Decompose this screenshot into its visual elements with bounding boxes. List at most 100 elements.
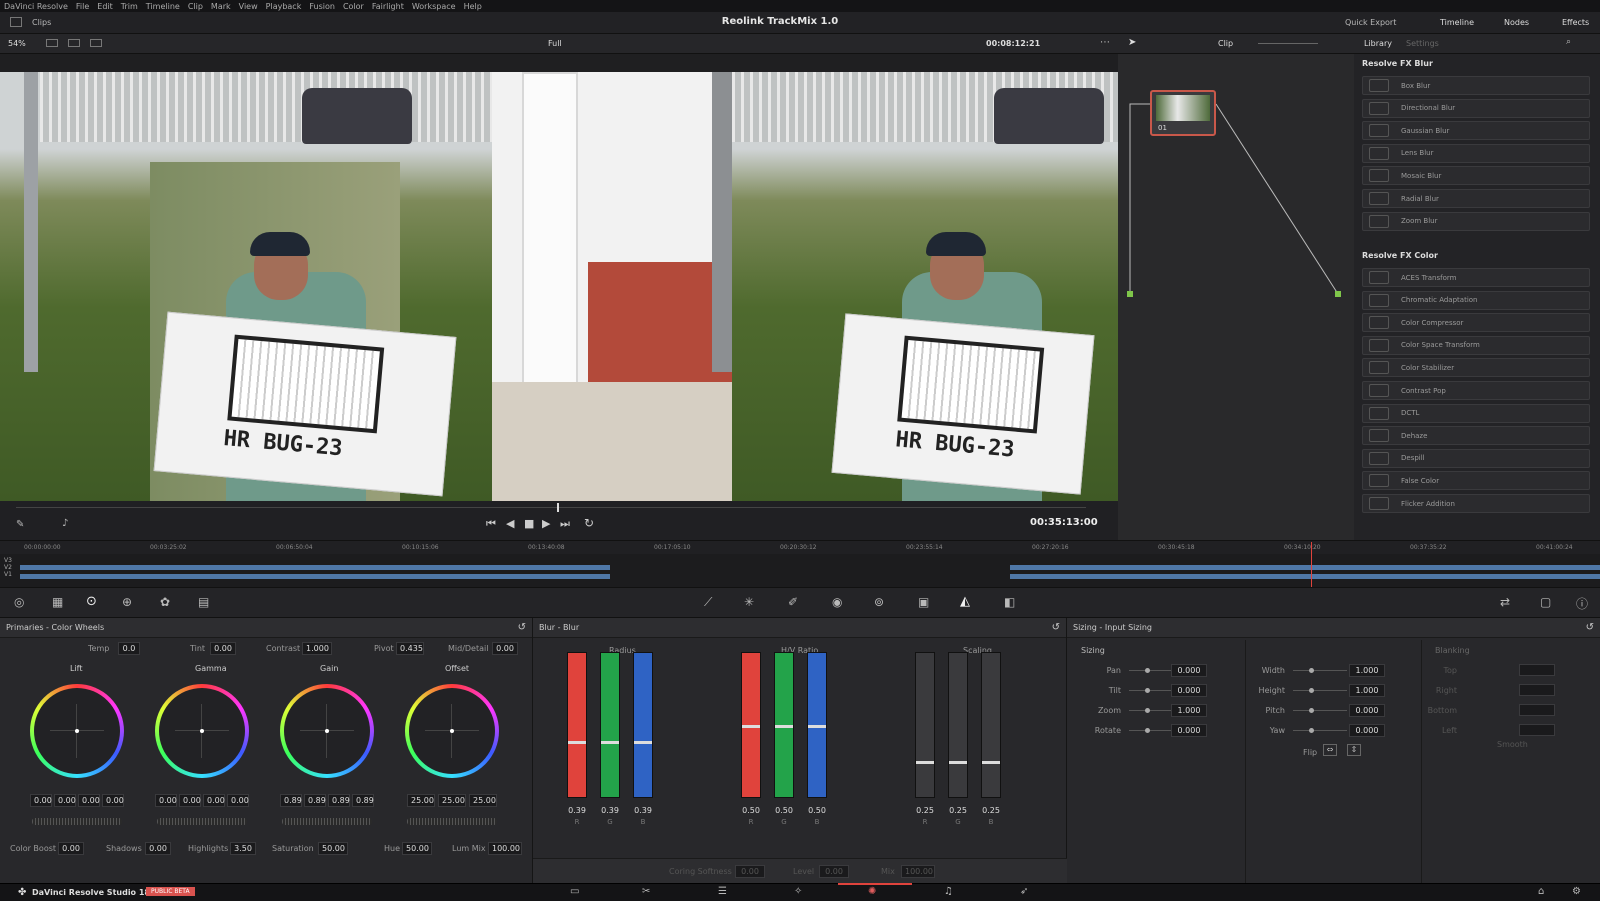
- library-item[interactable]: Color Space Transform: [1362, 335, 1590, 355]
- scaling-value[interactable]: 0.25: [913, 806, 937, 815]
- sizing-reset-icon[interactable]: ↺: [1586, 622, 1594, 633]
- edit-page-icon[interactable]: ☰: [718, 886, 727, 897]
- wheel-value-field[interactable]: 0.00: [155, 794, 177, 807]
- node-zoom-slider[interactable]: [1258, 43, 1318, 44]
- hv-value[interactable]: 0.50: [805, 806, 829, 815]
- library-item[interactable]: False Color: [1362, 471, 1590, 491]
- sizing-slider-knob[interactable]: [1309, 728, 1314, 733]
- sizing-slider-knob[interactable]: [1309, 708, 1314, 713]
- curves-icon[interactable]: ⟋: [704, 595, 712, 610]
- scrubber-playhead[interactable]: [557, 503, 559, 512]
- mini-timeline[interactable]: V3 V2 V1: [0, 542, 1600, 587]
- coring-field[interactable]: 0.00: [735, 865, 765, 878]
- tab-library[interactable]: Library: [1364, 39, 1392, 48]
- play-icon[interactable]: ▶: [542, 517, 550, 530]
- effects-button[interactable]: Effects: [1562, 18, 1589, 27]
- deliver-page-icon[interactable]: ➶: [1020, 886, 1028, 897]
- hv-value[interactable]: 0.50: [739, 806, 763, 815]
- sizing-slider[interactable]: [1293, 710, 1347, 711]
- sizing-slider-knob[interactable]: [1145, 728, 1150, 733]
- hdr-icon[interactable]: ⊕: [122, 595, 132, 609]
- sizing-slider[interactable]: [1293, 690, 1347, 691]
- radius-bar[interactable]: [567, 652, 587, 798]
- play-reverse-icon[interactable]: ◀: [506, 517, 514, 530]
- mix-field[interactable]: 100.00: [901, 865, 935, 878]
- library-item[interactable]: ACES Transform: [1362, 268, 1590, 287]
- scaling-value[interactable]: 0.25: [946, 806, 970, 815]
- tab-settings[interactable]: Settings: [1406, 39, 1439, 48]
- compare-view-icon[interactable]: [90, 39, 102, 47]
- menu-item[interactable]: Trim: [121, 2, 138, 11]
- wheel-jog-slider[interactable]: [282, 818, 372, 825]
- shadows-field[interactable]: 0.00: [145, 842, 171, 855]
- blanking-field[interactable]: [1519, 724, 1555, 736]
- speaker-icon[interactable]: ♪: [62, 518, 68, 529]
- radius-value[interactable]: 0.39: [598, 806, 622, 815]
- radius-bar[interactable]: [633, 652, 653, 798]
- temp-field[interactable]: 0.0: [118, 642, 140, 655]
- middetail-field[interactable]: 0.00: [492, 642, 518, 655]
- node-editor[interactable]: 01: [1118, 54, 1354, 540]
- radius-bar-handle[interactable]: [601, 740, 619, 744]
- color-page-icon[interactable]: ✺: [868, 886, 876, 897]
- settings-gear-icon[interactable]: ⚙: [1572, 886, 1581, 897]
- menu-item[interactable]: Color: [343, 2, 364, 11]
- menu-item[interactable]: Mark: [211, 2, 231, 11]
- library-item[interactable]: Despill: [1362, 448, 1590, 468]
- sizing-slider-knob[interactable]: [1309, 688, 1314, 693]
- library-item[interactable]: Flicker Addition: [1362, 494, 1590, 513]
- scaling-bar-handle[interactable]: [982, 761, 1000, 764]
- wheel-value-field[interactable]: 0.00: [54, 794, 76, 807]
- contrast-field[interactable]: 1.000: [302, 642, 332, 655]
- media-page-icon[interactable]: ▭: [570, 886, 579, 897]
- wheel-value-field[interactable]: 25.00: [407, 794, 435, 807]
- node-01[interactable]: 01: [1150, 90, 1216, 136]
- color-wheel-gamma[interactable]: [155, 684, 249, 778]
- timeline-ruler[interactable]: 00:00:00:00 00:03:25:02 00:06:50:04 00:10:1…: [0, 540, 1600, 554]
- timeline-playhead[interactable]: [1311, 542, 1312, 587]
- blanking-field[interactable]: [1519, 704, 1555, 716]
- library-item[interactable]: Chromatic Adaptation: [1362, 290, 1590, 310]
- menu-item[interactable]: File: [76, 2, 89, 11]
- menu-item[interactable]: View: [239, 2, 258, 11]
- sizing-value-field[interactable]: 0.000: [1349, 724, 1385, 737]
- library-item[interactable]: DCTL: [1362, 403, 1590, 423]
- wheel-value-field[interactable]: 0.89: [280, 794, 302, 807]
- sizing-slider[interactable]: [1293, 730, 1347, 731]
- sizing-value-field[interactable]: 0.000: [1171, 684, 1207, 697]
- sizing-value-field[interactable]: 0.000: [1349, 704, 1385, 717]
- window-icon[interactable]: ◉: [832, 595, 842, 609]
- color-wheel-offset[interactable]: [405, 684, 499, 778]
- wheel-jog-slider[interactable]: [407, 818, 497, 825]
- motion-effects-icon[interactable]: ▤: [198, 595, 209, 609]
- pointer-icon[interactable]: ➤: [1128, 37, 1136, 48]
- info-icon[interactable]: ⓘ: [1576, 595, 1588, 612]
- clips-button[interactable]: Clips: [32, 18, 51, 27]
- hv-bar[interactable]: [741, 652, 761, 798]
- wheel-value-field[interactable]: 0.00: [102, 794, 124, 807]
- scaling-bar[interactable]: [948, 652, 968, 798]
- hv-bar-handle[interactable]: [808, 725, 826, 728]
- color-wheels-icon[interactable]: ⊙: [86, 594, 97, 609]
- library-item[interactable]: Gaussian Blur: [1362, 121, 1590, 141]
- blanking-field[interactable]: [1519, 664, 1555, 676]
- tracker-icon[interactable]: ⊚: [874, 595, 884, 609]
- menu-item[interactable]: Edit: [97, 2, 113, 11]
- hv-bar-handle[interactable]: [775, 725, 793, 728]
- home-icon[interactable]: ⌂: [1538, 886, 1544, 897]
- flip-horizontal-icon[interactable]: ⇔: [1323, 744, 1337, 756]
- library-item[interactable]: Zoom Blur: [1362, 211, 1590, 231]
- scaling-value[interactable]: 0.25: [979, 806, 1003, 815]
- viewer-timecode[interactable]: 00:08:12:21: [986, 39, 1040, 48]
- camera-raw-icon[interactable]: ◎: [14, 595, 24, 609]
- clip-v2-a[interactable]: [20, 565, 610, 570]
- hv-bar-handle[interactable]: [742, 725, 760, 728]
- wheel-value-field[interactable]: 0.89: [328, 794, 350, 807]
- flip-vertical-icon[interactable]: ⇕: [1347, 744, 1361, 756]
- 3d-icon[interactable]: ▢: [1540, 595, 1551, 609]
- hv-value[interactable]: 0.50: [772, 806, 796, 815]
- wheel-jog-slider[interactable]: [157, 818, 247, 825]
- blur-icon[interactable]: ◭: [960, 594, 970, 609]
- search-icon[interactable]: ⌕: [1566, 37, 1571, 47]
- scaling-bar[interactable]: [981, 652, 1001, 798]
